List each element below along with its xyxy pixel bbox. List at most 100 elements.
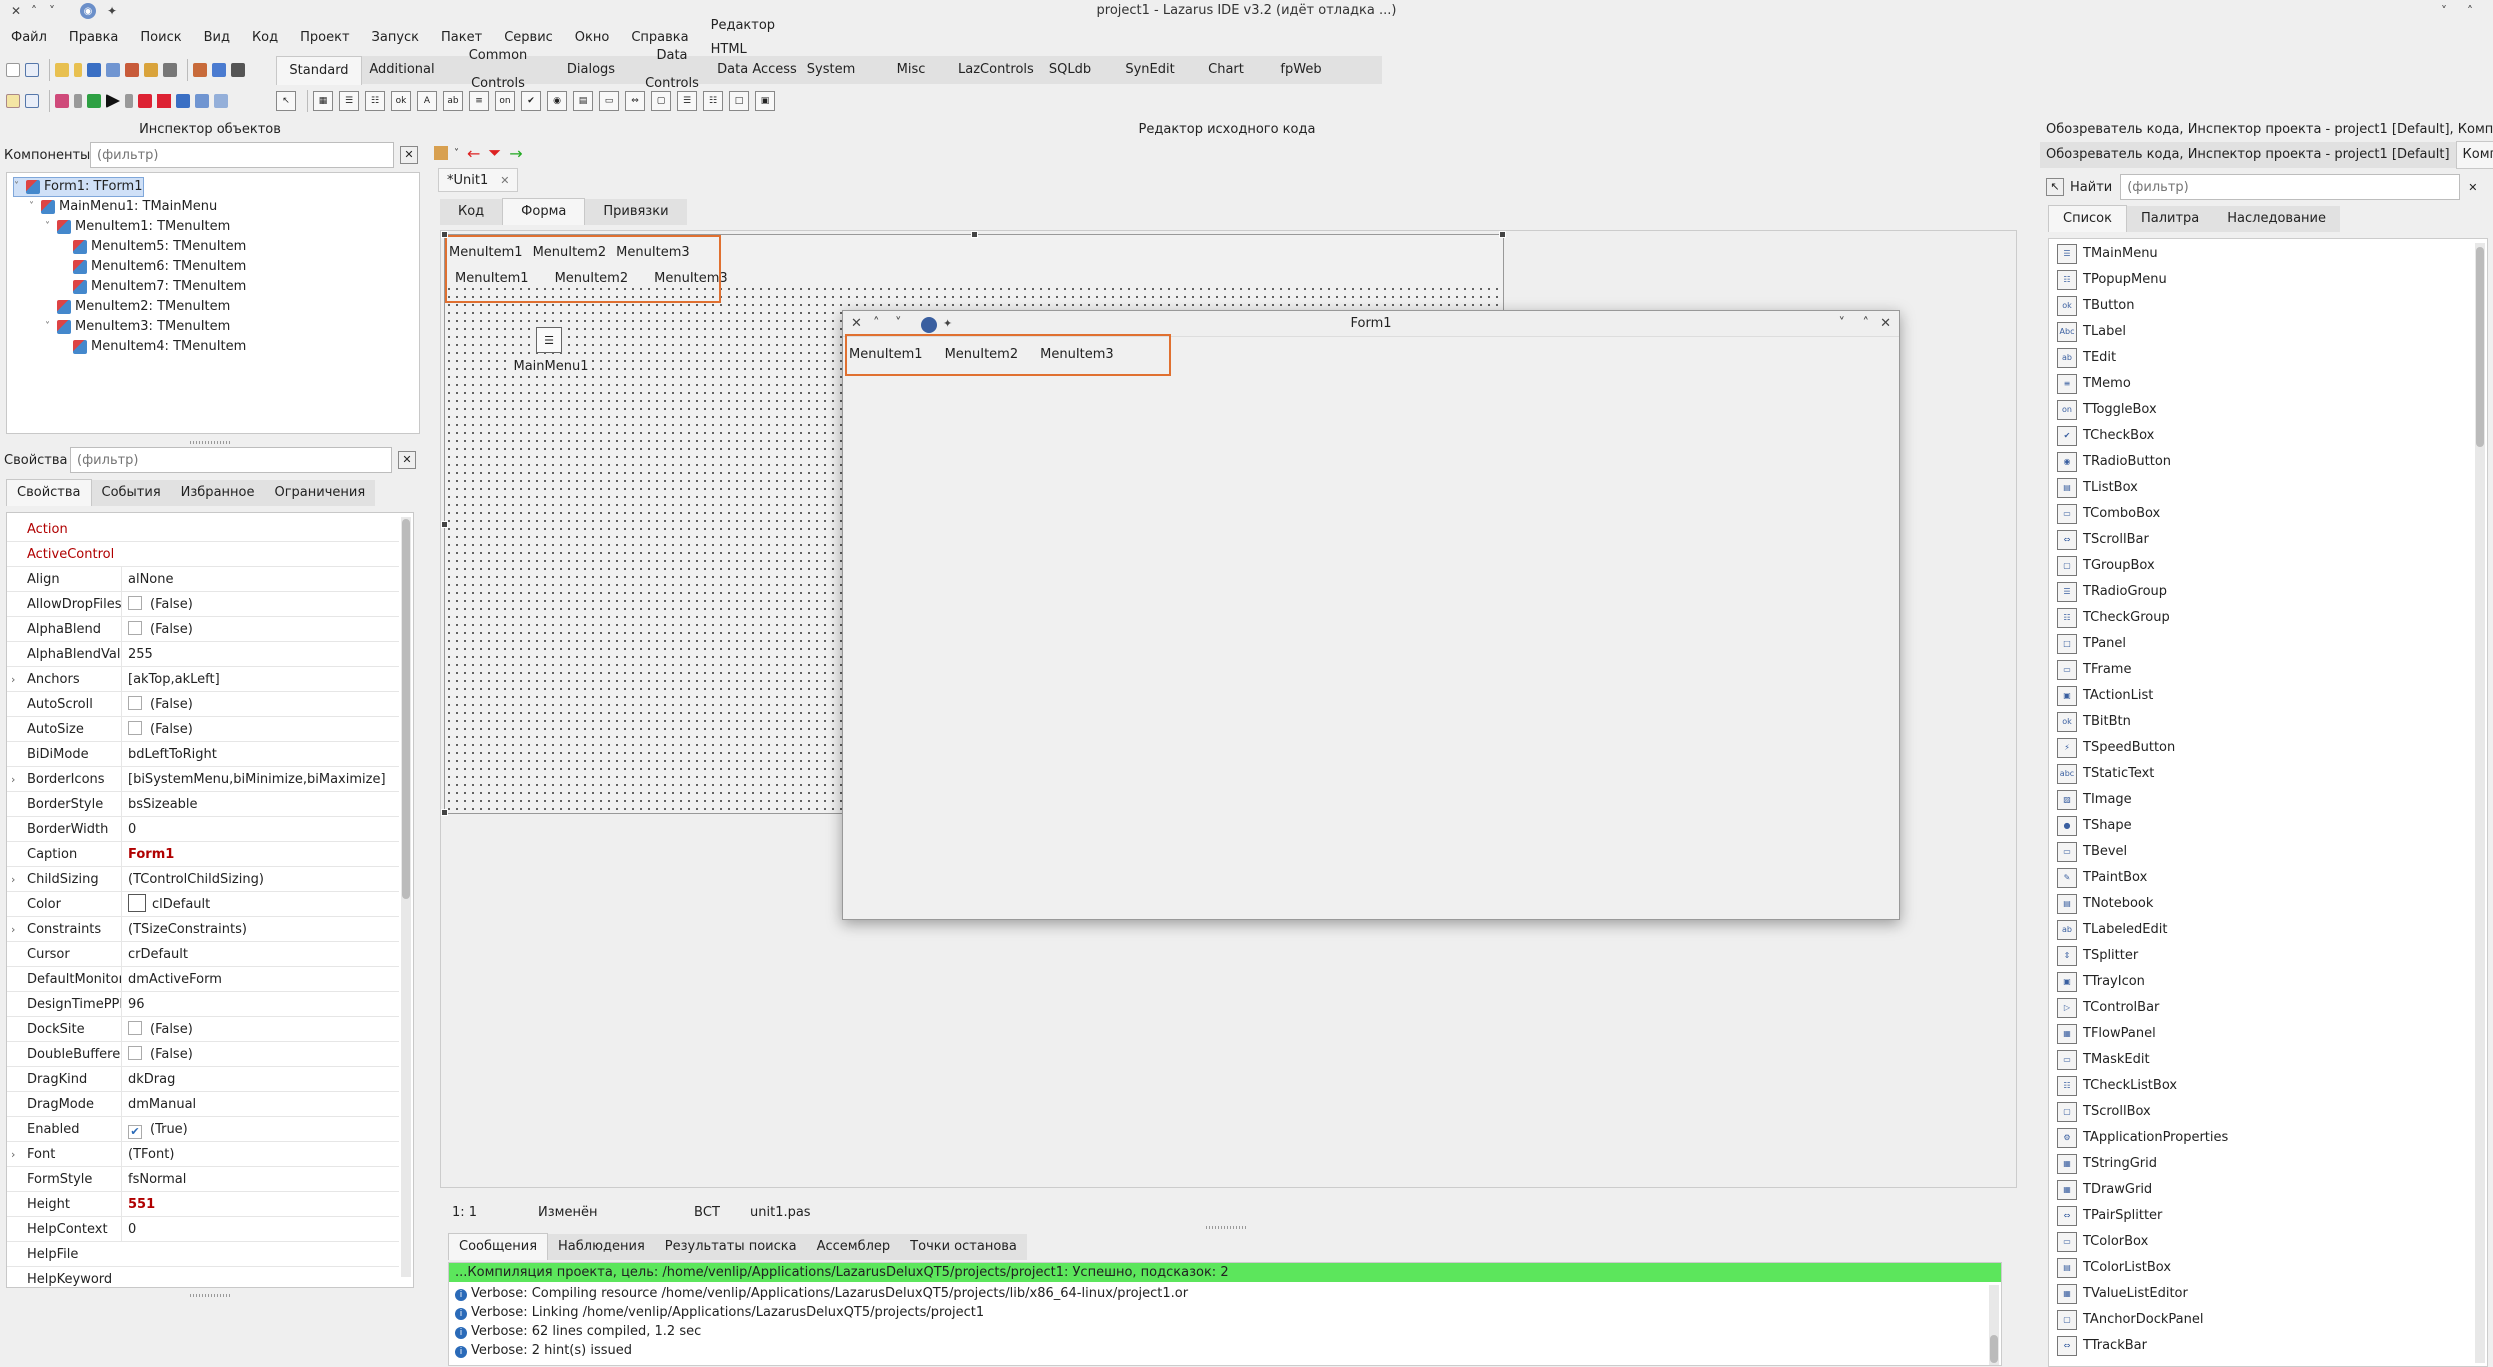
expand-icon[interactable]: › bbox=[11, 1142, 15, 1167]
view-forms-icon[interactable] bbox=[25, 94, 39, 108]
messages-tab-4[interactable]: Точки останова bbox=[900, 1234, 1027, 1260]
save-icon[interactable] bbox=[87, 63, 101, 77]
property-row[interactable]: HelpContext 0 bbox=[7, 1217, 399, 1242]
view-tab-2[interactable]: Привязки bbox=[585, 199, 687, 225]
property-row[interactable]: ActiveControl bbox=[7, 542, 399, 567]
property-row[interactable]: Caption Form1 bbox=[7, 842, 399, 867]
tree-node[interactable]: ˅ MenuItem3: TMenuItem bbox=[45, 317, 230, 337]
inspector-tab-2[interactable]: Избранное bbox=[170, 480, 265, 506]
messages-tab-1[interactable]: Наблюдения bbox=[548, 1234, 655, 1260]
component-list-scrollbar[interactable] bbox=[2475, 243, 2485, 1363]
message-line[interactable]: i Verbose: 2 hint(s) issued bbox=[449, 1341, 2001, 1360]
tree-node[interactable]: MenuItem7: TMenuItem bbox=[61, 277, 246, 297]
component-list-item[interactable]: ◉ TRadioButton bbox=[2057, 449, 2171, 475]
inspector-tab-1[interactable]: События bbox=[91, 480, 171, 506]
property-row[interactable]: DesignTimePPI 96 bbox=[7, 992, 399, 1017]
property-value[interactable]: [akTop,akLeft] bbox=[121, 667, 399, 692]
palette-tab-system[interactable]: System bbox=[798, 56, 864, 84]
component-list-item[interactable]: ▦ TStringGrid bbox=[2057, 1151, 2157, 1177]
property-value[interactable]: 0 bbox=[121, 1217, 399, 1242]
checkbox-icon[interactable] bbox=[128, 696, 142, 710]
component-list-item[interactable]: Abc TLabel bbox=[2057, 319, 2126, 345]
palette-tab-dialogs[interactable]: Dialogs bbox=[554, 56, 628, 84]
property-row[interactable]: Action bbox=[7, 517, 399, 542]
property-value[interactable]: (TFont) bbox=[121, 1142, 399, 1167]
property-value[interactable]: crDefault bbox=[121, 942, 399, 967]
expand-icon[interactable]: ˅ bbox=[45, 217, 57, 237]
clear-filter-icon[interactable]: ✕ bbox=[2468, 181, 2477, 194]
property-value[interactable]: bsSizeable bbox=[121, 792, 399, 817]
property-value[interactable]: bdLeftToRight bbox=[121, 742, 399, 767]
scrollbar-icon[interactable]: ⇔ bbox=[625, 91, 645, 111]
components-tab[interactable]: Компоненты bbox=[2455, 141, 2493, 169]
property-row[interactable]: HelpFile bbox=[7, 1242, 399, 1267]
component-view-tab-0[interactable]: Список bbox=[2048, 205, 2127, 232]
save-all-icon[interactable] bbox=[106, 63, 120, 77]
component-list-item[interactable]: ▦ TDrawGrid bbox=[2057, 1177, 2152, 1203]
component-list-item[interactable]: ☰ TRadioGroup bbox=[2057, 579, 2167, 605]
minimize-icon[interactable]: ˅ bbox=[1839, 311, 1846, 337]
component-list-item[interactable]: ▭ TFrame bbox=[2057, 657, 2131, 683]
property-value[interactable]: [biSystemMenu,biMinimize,biMaximize] bbox=[121, 767, 399, 792]
tree-node[interactable]: MenuItem6: TMenuItem bbox=[61, 257, 246, 277]
combobox-icon[interactable]: ▭ bbox=[599, 91, 619, 111]
palette-tab-sqldb[interactable]: SQLdb bbox=[1030, 56, 1110, 84]
property-value[interactable]: Form1 bbox=[121, 842, 399, 867]
radiobutton-icon[interactable]: ◉ bbox=[547, 91, 567, 111]
component-list-item[interactable]: ☷ TCheckGroup bbox=[2057, 605, 2170, 631]
compile-success-message[interactable]: ...Компиляция проекта, цель: /home/venli… bbox=[449, 1263, 2001, 1282]
panel-icon[interactable]: □ bbox=[729, 91, 749, 111]
message-line[interactable]: i Verbose: 62 lines compiled, 1.2 sec bbox=[449, 1322, 2001, 1341]
menu-проект[interactable]: Проект bbox=[289, 26, 360, 50]
property-value[interactable]: (False) bbox=[121, 592, 399, 617]
checkgroup-icon[interactable]: ☷ bbox=[703, 91, 723, 111]
component-list-item[interactable]: ⇔ TTrackBar bbox=[2057, 1333, 2147, 1359]
property-row[interactable]: DefaultMonitor dmActiveForm bbox=[7, 967, 399, 992]
property-value[interactable]: clDefault bbox=[121, 892, 399, 917]
component-list-item[interactable]: ▭ TComboBox bbox=[2057, 501, 2160, 527]
component-list-item[interactable]: ▭ TBevel bbox=[2057, 839, 2127, 865]
component-list-item[interactable]: ab TEdit bbox=[2057, 345, 2116, 371]
property-row[interactable]: › ChildSizing (TControlChildSizing) bbox=[7, 867, 399, 892]
property-row[interactable]: HelpKeyword bbox=[7, 1267, 399, 1287]
listbox-icon[interactable]: ▤ bbox=[573, 91, 593, 111]
property-row[interactable]: BiDiMode bdLeftToRight bbox=[7, 742, 399, 767]
messages-scrollbar[interactable] bbox=[1989, 1285, 1999, 1365]
property-row[interactable]: Height 551 bbox=[7, 1192, 399, 1217]
property-value[interactable]: 96 bbox=[121, 992, 399, 1017]
property-row[interactable]: AlphaBlend (False) bbox=[7, 617, 399, 642]
components-filter-input[interactable] bbox=[90, 142, 394, 168]
property-row[interactable]: AutoScroll (False) bbox=[7, 692, 399, 717]
component-list-item[interactable]: ⇔ TScrollBar bbox=[2057, 527, 2149, 553]
selection-arrow-icon[interactable]: ↖ bbox=[276, 91, 296, 111]
open-icon[interactable] bbox=[55, 63, 69, 77]
property-value[interactable]: (TSizeConstraints) bbox=[121, 917, 399, 942]
clear-filter-icon[interactable]: ✕ bbox=[398, 451, 416, 469]
build-mode-dropdown-icon[interactable] bbox=[74, 94, 82, 108]
component-list-item[interactable]: ▤ TColorListBox bbox=[2057, 1255, 2171, 1281]
mainmenu-component-icon[interactable]: ☰ bbox=[536, 327, 562, 353]
toggle-form-icon[interactable] bbox=[163, 63, 177, 77]
component-view-tab-1[interactable]: Палитра bbox=[2126, 206, 2214, 232]
property-row[interactable]: Enabled ✔ (True) bbox=[7, 1117, 399, 1142]
property-row[interactable]: DockSite (False) bbox=[7, 1017, 399, 1042]
mainmenu-icon[interactable]: ☰ bbox=[339, 91, 359, 111]
file-tab-unit1[interactable]: *Unit1 ✕ bbox=[438, 168, 519, 192]
component-list-item[interactable]: ▤ TListBox bbox=[2057, 475, 2138, 501]
property-row[interactable]: › Anchors [akTop,akLeft] bbox=[7, 667, 399, 692]
palette-tab-additional[interactable]: Additional bbox=[362, 56, 442, 84]
actionlist-icon[interactable]: ▣ bbox=[755, 91, 775, 111]
label-icon[interactable]: A bbox=[417, 91, 437, 111]
forward-arrow-icon[interactable]: → bbox=[509, 144, 522, 163]
component-list-item[interactable]: ⚡ TSpeedButton bbox=[2057, 735, 2175, 761]
component-list-item[interactable]: on TToggleBox bbox=[2057, 397, 2157, 423]
clear-filter-icon[interactable]: ✕ bbox=[400, 146, 418, 164]
property-value[interactable]: (False) bbox=[121, 717, 399, 742]
tree-node[interactable]: MenuItem5: TMenuItem bbox=[61, 237, 246, 257]
property-value[interactable]: 0 bbox=[121, 817, 399, 842]
pause-icon[interactable] bbox=[138, 94, 152, 108]
expand-icon[interactable]: ˅ bbox=[45, 317, 57, 337]
close-file-icon[interactable] bbox=[125, 63, 139, 77]
build-mode-icon[interactable] bbox=[55, 94, 69, 108]
component-list-item[interactable]: ⇕ TSplitter bbox=[2057, 943, 2138, 969]
